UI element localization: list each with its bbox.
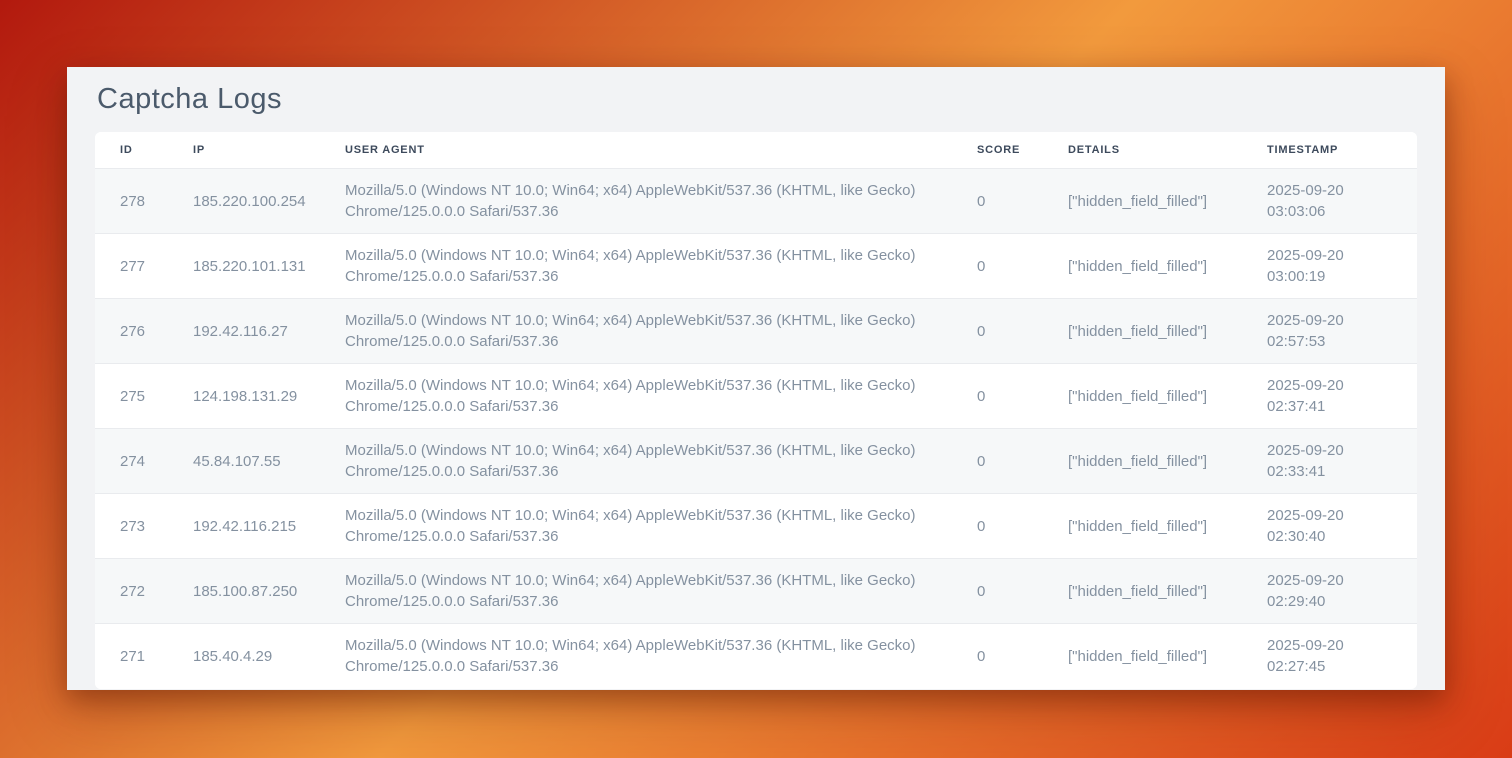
cell-ip: 185.40.4.29 — [168, 624, 320, 689]
captcha-logs-table: ID IP USER AGENT SCORE DETAILS TIMESTAMP… — [95, 132, 1417, 689]
cell-user-agent: Mozilla/5.0 (Windows NT 10.0; Win64; x64… — [320, 559, 952, 624]
column-header-score: SCORE — [952, 132, 1043, 169]
cell-score: 0 — [952, 624, 1043, 689]
cell-id: 271 — [95, 624, 168, 689]
column-header-ip: IP — [168, 132, 320, 169]
cell-details: ["hidden_field_filled"] — [1043, 624, 1242, 689]
cell-ip: 185.220.101.131 — [168, 234, 320, 299]
cell-timestamp: 2025-09-2002:37:41 — [1242, 364, 1417, 429]
cell-ip: 45.84.107.55 — [168, 429, 320, 494]
table-row: 276192.42.116.27Mozilla/5.0 (Windows NT … — [95, 299, 1417, 364]
cell-id: 277 — [95, 234, 168, 299]
log-table-container: ID IP USER AGENT SCORE DETAILS TIMESTAMP… — [95, 132, 1417, 689]
cell-ip: 192.42.116.27 — [168, 299, 320, 364]
cell-score: 0 — [952, 234, 1043, 299]
cell-details: ["hidden_field_filled"] — [1043, 429, 1242, 494]
cell-id: 278 — [95, 169, 168, 234]
cell-score: 0 — [952, 169, 1043, 234]
cell-timestamp: 2025-09-2002:30:40 — [1242, 494, 1417, 559]
table-row: 27445.84.107.55Mozilla/5.0 (Windows NT 1… — [95, 429, 1417, 494]
table-row: 275124.198.131.29Mozilla/5.0 (Windows NT… — [95, 364, 1417, 429]
column-header-timestamp: TIMESTAMP — [1242, 132, 1417, 169]
column-header-user-agent: USER AGENT — [320, 132, 952, 169]
cell-timestamp: 2025-09-2002:57:53 — [1242, 299, 1417, 364]
header-row: ID IP USER AGENT SCORE DETAILS TIMESTAMP — [95, 132, 1417, 169]
captcha-logs-card: Captcha Logs ID IP USER AGENT SCORE DETA… — [67, 67, 1445, 690]
log-table-body: 278185.220.100.254Mozilla/5.0 (Windows N… — [95, 169, 1417, 689]
cell-ip: 124.198.131.29 — [168, 364, 320, 429]
cell-id: 273 — [95, 494, 168, 559]
cell-user-agent: Mozilla/5.0 (Windows NT 10.0; Win64; x64… — [320, 234, 952, 299]
cell-user-agent: Mozilla/5.0 (Windows NT 10.0; Win64; x64… — [320, 429, 952, 494]
cell-details: ["hidden_field_filled"] — [1043, 364, 1242, 429]
cell-details: ["hidden_field_filled"] — [1043, 169, 1242, 234]
table-row: 271185.40.4.29Mozilla/5.0 (Windows NT 10… — [95, 624, 1417, 689]
cell-user-agent: Mozilla/5.0 (Windows NT 10.0; Win64; x64… — [320, 624, 952, 689]
cell-score: 0 — [952, 559, 1043, 624]
cell-timestamp: 2025-09-2002:29:40 — [1242, 559, 1417, 624]
table-row: 273192.42.116.215Mozilla/5.0 (Windows NT… — [95, 494, 1417, 559]
cell-score: 0 — [952, 429, 1043, 494]
cell-timestamp: 2025-09-2002:33:41 — [1242, 429, 1417, 494]
cell-user-agent: Mozilla/5.0 (Windows NT 10.0; Win64; x64… — [320, 364, 952, 429]
cell-id: 276 — [95, 299, 168, 364]
cell-details: ["hidden_field_filled"] — [1043, 234, 1242, 299]
cell-id: 274 — [95, 429, 168, 494]
cell-score: 0 — [952, 494, 1043, 559]
cell-timestamp: 2025-09-2002:27:45 — [1242, 624, 1417, 689]
column-header-details: DETAILS — [1043, 132, 1242, 169]
cell-user-agent: Mozilla/5.0 (Windows NT 10.0; Win64; x64… — [320, 494, 952, 559]
cell-user-agent: Mozilla/5.0 (Windows NT 10.0; Win64; x64… — [320, 169, 952, 234]
cell-ip: 185.100.87.250 — [168, 559, 320, 624]
cell-details: ["hidden_field_filled"] — [1043, 494, 1242, 559]
cell-ip: 192.42.116.215 — [168, 494, 320, 559]
cell-score: 0 — [952, 364, 1043, 429]
cell-details: ["hidden_field_filled"] — [1043, 559, 1242, 624]
cell-id: 275 — [95, 364, 168, 429]
table-row: 278185.220.100.254Mozilla/5.0 (Windows N… — [95, 169, 1417, 234]
cell-user-agent: Mozilla/5.0 (Windows NT 10.0; Win64; x64… — [320, 299, 952, 364]
cell-timestamp: 2025-09-2003:00:19 — [1242, 234, 1417, 299]
table-row: 277185.220.101.131Mozilla/5.0 (Windows N… — [95, 234, 1417, 299]
cell-timestamp: 2025-09-2003:03:06 — [1242, 169, 1417, 234]
cell-details: ["hidden_field_filled"] — [1043, 299, 1242, 364]
cell-ip: 185.220.100.254 — [168, 169, 320, 234]
cell-id: 272 — [95, 559, 168, 624]
table-header: ID IP USER AGENT SCORE DETAILS TIMESTAMP — [95, 132, 1417, 169]
table-row: 272185.100.87.250Mozilla/5.0 (Windows NT… — [95, 559, 1417, 624]
page-title: Captcha Logs — [97, 83, 1417, 116]
cell-score: 0 — [952, 299, 1043, 364]
column-header-id: ID — [95, 132, 168, 169]
